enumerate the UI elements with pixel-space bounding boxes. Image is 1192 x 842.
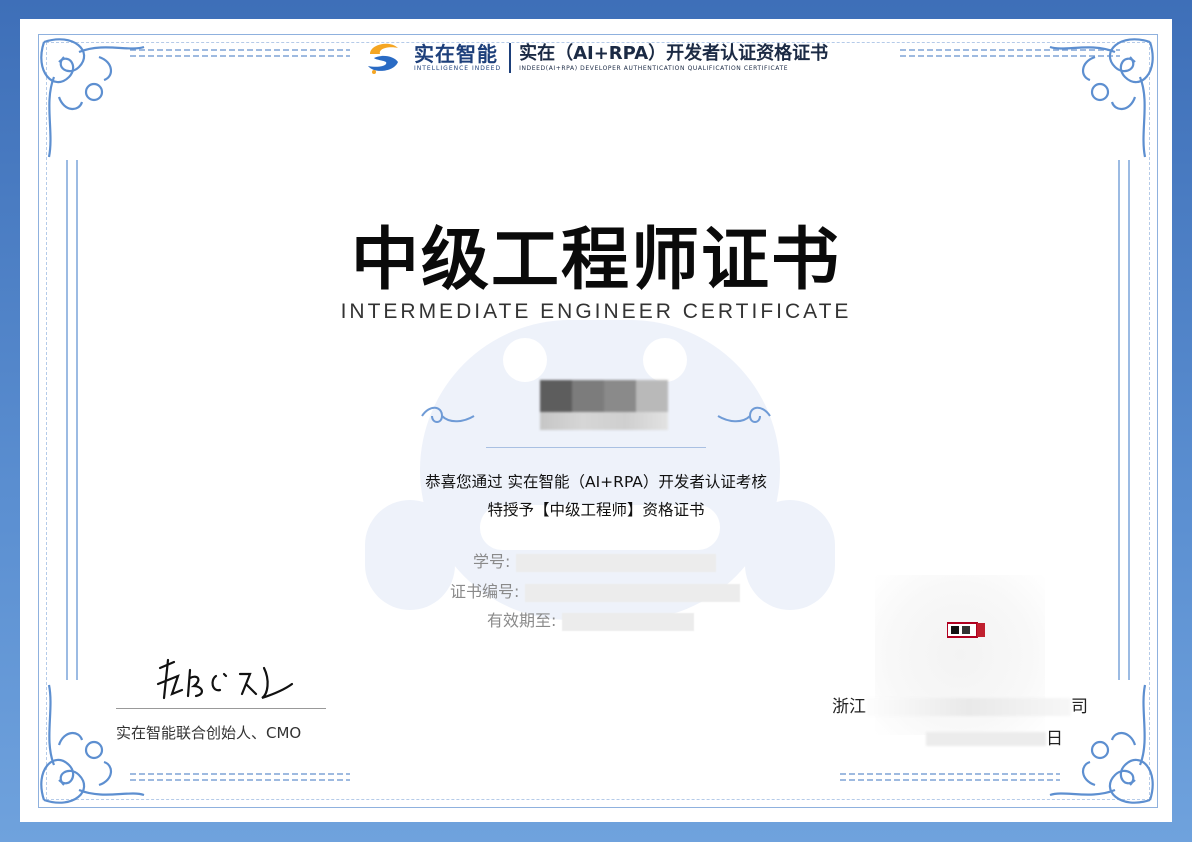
signatory-title: 实在智能联合创始人、CMO bbox=[116, 724, 302, 742]
valid-until-label: 有效期至: bbox=[487, 611, 557, 630]
valid-until-row: 有效期至: bbox=[487, 607, 694, 631]
name-underline bbox=[486, 447, 706, 448]
issuing-company: 浙江 司 bbox=[832, 692, 1088, 717]
student-id-row: 学号: bbox=[473, 548, 716, 572]
top-left-ornament-line bbox=[130, 49, 350, 57]
right-name-flourish-icon bbox=[717, 406, 771, 423]
top-left-corner-ornament bbox=[40, 38, 145, 158]
bottom-left-ornament-line bbox=[130, 773, 350, 781]
certificate-number-value bbox=[524, 583, 740, 602]
company-name-redacted bbox=[866, 698, 1071, 716]
brand-logo-icon bbox=[368, 43, 398, 74]
certificate-body: 恭喜您通过 实在智能（AI+RPA）开发者认证考核 特授予【中级工程师】资格证书 bbox=[0, 468, 1192, 524]
issue-date-suffix: 日 bbox=[1046, 729, 1063, 749]
congrats-line-1: 恭喜您通过 实在智能（AI+RPA）开发者认证考核 bbox=[425, 473, 767, 491]
seal-mark-icon bbox=[947, 622, 985, 638]
recipient-name-redacted bbox=[540, 380, 668, 430]
company-name-prefix: 浙江 bbox=[832, 697, 866, 717]
handwritten-signature bbox=[156, 658, 294, 700]
bottom-left-corner-ornament bbox=[40, 684, 145, 804]
certificate-number-row: 证书编号: bbox=[450, 578, 740, 602]
valid-until-value bbox=[561, 612, 694, 631]
student-id-label: 学号: bbox=[473, 552, 511, 571]
certificate-title-cn: 中级工程师证书 bbox=[350, 221, 841, 300]
company-name-suffix: 司 bbox=[1071, 697, 1088, 717]
issue-date: 日 bbox=[926, 724, 1063, 749]
certificate-title-en: INTERMEDIATE ENGINEER CERTIFICATE bbox=[340, 300, 852, 323]
bottom-right-ornament-line bbox=[840, 773, 1060, 781]
brand-header: 实在智能 INTELLIGENCE INDEED 实在（AI+RPA）开发者认证… bbox=[364, 40, 828, 76]
signature-line bbox=[116, 708, 326, 709]
brand-divider bbox=[509, 43, 512, 73]
certificate-program-cn: 实在（AI+RPA）开发者认证资格证书 bbox=[519, 43, 829, 64]
student-id-value bbox=[515, 553, 716, 572]
left-name-flourish-icon bbox=[421, 406, 475, 423]
certificate-number-label: 证书编号: bbox=[450, 582, 520, 601]
brand-name-cn: 实在智能 bbox=[414, 42, 498, 66]
congrats-line-2: 特授予【中级工程师】资格证书 bbox=[487, 501, 705, 519]
certificate-program-en: INDEED(AI+RPA) DEVELOPER AUTHENTICATION … bbox=[519, 65, 789, 72]
brand-name-en: INTELLIGENCE INDEED bbox=[414, 65, 502, 72]
issue-date-redacted bbox=[926, 732, 1046, 746]
top-right-corner-ornament bbox=[1049, 38, 1154, 158]
